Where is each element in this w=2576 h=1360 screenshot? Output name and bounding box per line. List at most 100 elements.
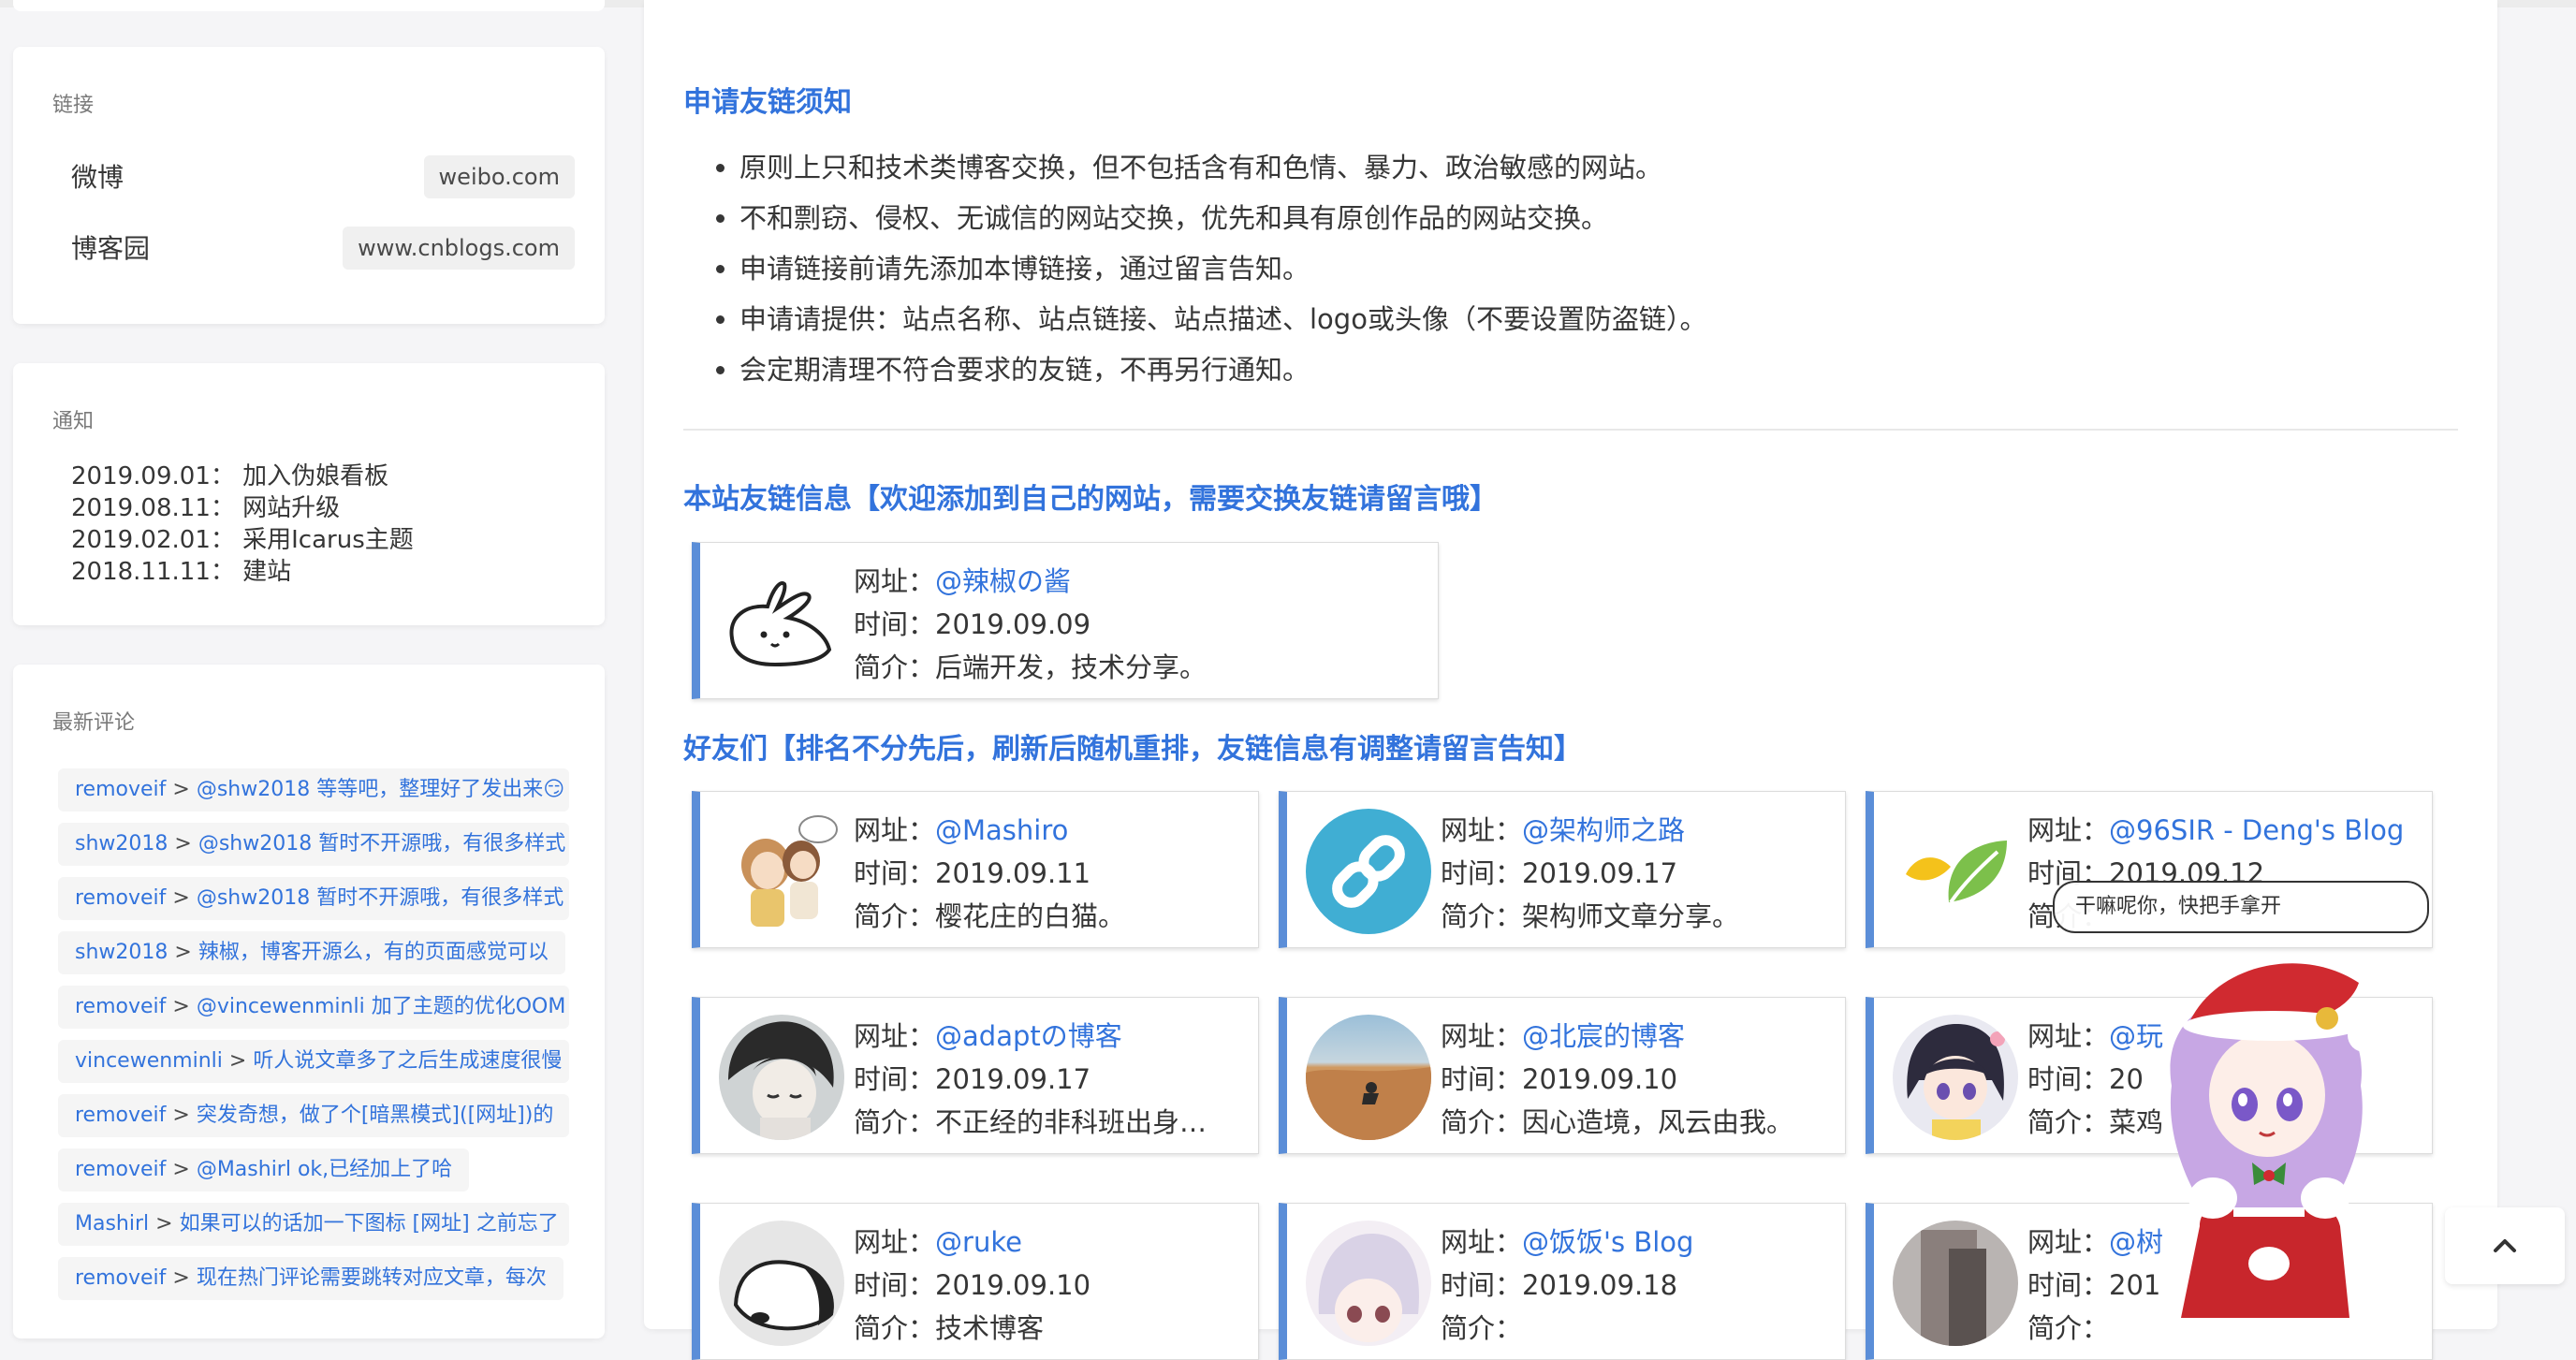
friend-url-row: 网址：@饭饭's Blog: [1441, 1221, 1693, 1260]
friend-avatar: [1306, 1015, 1431, 1140]
comment-item[interactable]: shw2018 > 辣椒，博客开源么，有的页面感觉可以: [58, 931, 565, 974]
comment-separator: >: [168, 832, 198, 855]
comment-separator: >: [166, 995, 197, 1018]
comment-item[interactable]: removeif > 现在热门评论需要跳转对应文章，每次: [58, 1257, 564, 1300]
friend-name-link[interactable]: @ruke: [935, 1226, 1022, 1258]
comment-author[interactable]: removeif: [75, 1104, 166, 1127]
comment-text[interactable]: 辣椒，博客开源么，有的页面感觉可以: [198, 941, 549, 964]
time-label: 时间：: [854, 1063, 936, 1095]
comment-item[interactable]: Mashirl > 如果可以的话加一下图标 [网址] 之前忘了: [58, 1203, 569, 1246]
comment-text[interactable]: @shw2018 等等吧，整理好了发出来😏: [197, 778, 564, 801]
desc-label: 简介：: [1441, 1312, 1523, 1344]
comment-separator: >: [168, 941, 198, 964]
comment-item[interactable]: shw2018 > @shw2018 暂时不开源哦，有很多样式: [58, 823, 569, 866]
comment-item[interactable]: vincewenminli > 听人说文章多了之后生成速度很慢: [58, 1040, 569, 1083]
comment-item[interactable]: removeif > @shw2018 等等吧，整理好了发出来😏: [58, 768, 569, 812]
friend-time-row: 时间：2019.09.11: [854, 852, 1090, 891]
friend-time-row: 时间：2019.09.17: [1441, 852, 1677, 891]
friend-avatar: [719, 1015, 844, 1140]
comment-text[interactable]: @Mashirl ok,已经加上了哈: [197, 1158, 452, 1181]
friend-name-link[interactable]: @adaptの博客: [935, 1020, 1122, 1052]
friend-card[interactable]: 网址：@adaptの博客 时间：2019.09.17 简介：不正经的非科班出身…: [692, 997, 1259, 1154]
friend-desc-row: 简介：: [2027, 1307, 2109, 1346]
url-label: 网址：: [2027, 1020, 2110, 1052]
notice-widget: 通知 2019.09.01： 加入伪娘看板 2019.08.11： 网站升级 2…: [13, 363, 605, 625]
link-chain-icon: [1306, 809, 1431, 934]
comment-author[interactable]: shw2018: [75, 832, 168, 855]
friend-name-link[interactable]: @Mashiro: [935, 814, 1068, 846]
friend-time-row: 时间：2019.09.10: [854, 1264, 1090, 1303]
comment-author[interactable]: removeif: [75, 778, 166, 801]
comment-item[interactable]: removeif > @vincewenminli 加了主题的优化OOM: [58, 986, 569, 1029]
url-label: 网址：: [854, 814, 936, 846]
notice-text: 加入伪娘看板: [242, 462, 389, 490]
friend-name-link[interactable]: @饭饭's Blog: [1522, 1226, 1693, 1258]
site-link-card[interactable]: 网址：@辣椒の酱 时间：2019.09.09 简介：后端开发，技术分享。: [692, 542, 1439, 699]
time-label: 时间：: [2027, 1269, 2110, 1301]
comment-text[interactable]: @vincewenminli 加了主题的优化OOM: [197, 995, 566, 1018]
link-item-cnblogs-name[interactable]: 博客园: [71, 228, 150, 266]
comment-item[interactable]: removeif > @shw2018 暂时不开源哦，有很多样式: [58, 877, 569, 920]
comment-author[interactable]: Mashirl: [75, 1212, 149, 1236]
friend-card[interactable]: 网址：@架构师之路 时间：2019.09.17 简介：架构师文章分享。: [1279, 791, 1846, 948]
comment-text[interactable]: 突发奇想，做了个[暗黑模式]([网址])的: [197, 1104, 554, 1127]
desc-label: 简介：: [854, 1106, 936, 1138]
notice-date: 2018.11.11: [71, 558, 211, 586]
sidebar-top-card-bottom: [13, 0, 605, 11]
friend-name-link[interactable]: @96SIR - Deng's Blog: [2109, 814, 2404, 846]
friend-time: 20: [2109, 1063, 2144, 1095]
comment-author[interactable]: removeif: [75, 1158, 166, 1181]
comment-text[interactable]: @shw2018 暂时不开源哦，有很多样式: [198, 832, 565, 855]
comment-text[interactable]: 听人说文章多了之后生成速度很慢: [253, 1049, 562, 1073]
friend-time: 2019.09.11: [935, 857, 1091, 889]
friend-card[interactable]: 网址：@饭饭's Blog 时间：2019.09.18 简介：: [1279, 1203, 1846, 1360]
desc-label: 简介：: [2027, 1106, 2110, 1138]
notice-line: 2019.02.01： 采用Icarus主题: [71, 526, 414, 554]
friend-name-link[interactable]: @架构师之路: [1522, 814, 1685, 846]
friend-card[interactable]: 网址：@Mashiro 时间：2019.09.11 简介：樱花庄的白猫。: [692, 791, 1259, 948]
comment-author[interactable]: removeif: [75, 995, 166, 1018]
friend-desc-row: 简介：不正经的非科班出身…: [854, 1101, 1207, 1140]
site-time: 2019.09.09: [935, 608, 1091, 640]
time-label: 时间：: [1441, 1063, 1523, 1095]
desc-label: 简介：: [1441, 900, 1523, 932]
friend-name-link[interactable]: @北宸的博客: [1522, 1020, 1685, 1052]
comment-author[interactable]: shw2018: [75, 941, 168, 964]
site-name-link[interactable]: @辣椒の酱: [935, 565, 1071, 597]
friend-time-row: 时间：2019.09.10: [1441, 1058, 1677, 1097]
link-item-cnblogs-url[interactable]: www.cnblogs.com: [343, 227, 575, 270]
site-avatar: [719, 560, 844, 685]
friend-avatar: [1893, 1015, 2018, 1140]
comment-text[interactable]: 如果可以的话加一下图标 [网址] 之前忘了: [180, 1212, 559, 1236]
friend-desc: 樱花庄的白猫。: [935, 900, 1126, 932]
link-item-weibo-url[interactable]: weibo.com: [423, 155, 575, 198]
site-desc: 后端开发，技术分享。: [935, 651, 1208, 683]
friend-desc: 技术博客: [935, 1312, 1045, 1344]
comment-author[interactable]: removeif: [75, 886, 166, 910]
mascot-character[interactable]: [2144, 945, 2387, 1318]
friend-card[interactable]: 网址：@ruke 时间：2019.09.10 简介：技术博客: [692, 1203, 1259, 1360]
comment-text[interactable]: @shw2018 暂时不开源哦，有很多样式: [197, 886, 564, 910]
comment-author[interactable]: vincewenminli: [75, 1049, 223, 1073]
comment-separator: >: [166, 886, 197, 910]
rules-list: 原则上只和技术类博客交换，但不包括含有和色情、暴力、政治敏感的网站。 不和剽窃、…: [683, 142, 1706, 395]
comment-author[interactable]: removeif: [75, 1266, 166, 1290]
link-item-weibo-name[interactable]: 微博: [71, 157, 124, 195]
friend-time: 2019.09.17: [935, 1063, 1091, 1095]
friend-desc-row: 简介：因心造境，风云由我。: [1441, 1101, 1793, 1140]
back-to-top-button[interactable]: [2445, 1207, 2565, 1284]
desc-label: 简介：: [854, 1312, 936, 1344]
friend-card[interactable]: 网址：@北宸的博客 时间：2019.09.10 简介：因心造境，风云由我。: [1279, 997, 1846, 1154]
comment-separator: >: [166, 1158, 197, 1181]
chevron-up-icon: [2494, 1239, 2516, 1252]
time-label: 时间：: [854, 608, 936, 640]
rule-item: 申请链接前请先添加本博链接，通过留言告知。: [739, 243, 1706, 294]
friends-heading: 好友们【排名不分先后，刷新后随机重排，友链信息有调整请留言告知】: [683, 733, 1582, 766]
rule-item: 不和剽窃、侵权、无诚信的网站交换，优先和具有原创作品的网站交换。: [739, 193, 1706, 243]
friend-time: 2019.09.10: [1522, 1063, 1678, 1095]
comment-text[interactable]: 现在热门评论需要跳转对应文章，每次: [197, 1266, 547, 1290]
rule-item: 原则上只和技术类博客交换，但不包括含有和色情、暴力、政治敏感的网站。: [739, 142, 1706, 193]
friend-time: 2019.09.17: [1522, 857, 1678, 889]
comment-item[interactable]: removeif > @Mashirl ok,已经加上了哈: [58, 1148, 470, 1192]
comment-item[interactable]: removeif > 突发奇想，做了个[暗黑模式]([网址])的: [58, 1094, 569, 1137]
